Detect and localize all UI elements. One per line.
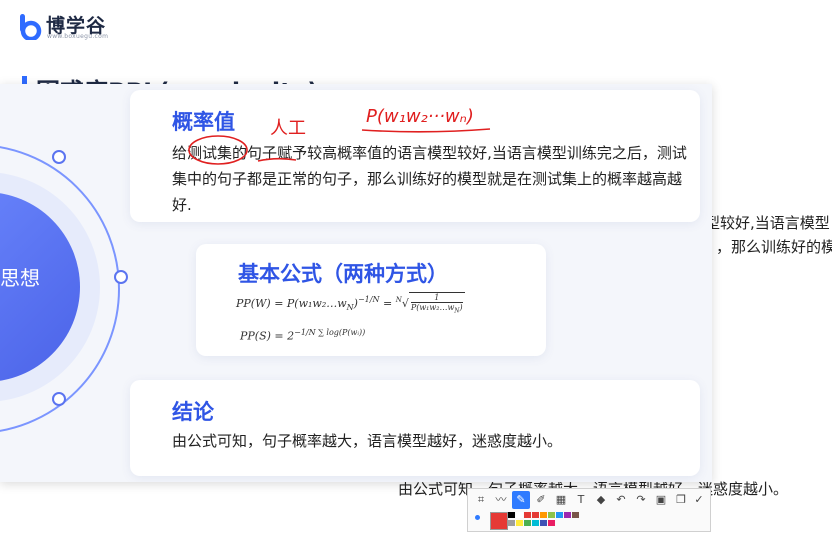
save-icon[interactable]: ▣	[652, 491, 670, 509]
mosaic-icon[interactable]: ▦	[552, 491, 570, 509]
formula-heading: 基本公式（两种方式）	[238, 262, 448, 286]
brand-url: www.boxuegu.com	[47, 33, 109, 40]
ring-dot-top	[52, 150, 66, 164]
color-palette	[508, 512, 588, 528]
annotation-underline-formula	[361, 128, 491, 133]
palette-swatch[interactable]	[524, 520, 531, 526]
palette-swatch[interactable]	[556, 512, 563, 518]
slide-panel: 思想 概率值 给测试集的句子赋予较高概率值的语言模型较好,当语言模型训练完之后，…	[0, 84, 712, 482]
center-circle-label: 思想	[0, 266, 40, 290]
palette-swatch[interactable]	[532, 512, 539, 518]
annotation-handwritten-2: P(w₁w₂···wₙ)	[366, 106, 474, 127]
palette-swatch[interactable]	[540, 520, 547, 526]
palette-swatch[interactable]	[516, 512, 523, 518]
redo-icon[interactable]: ↷	[632, 491, 650, 509]
formula-eq2: PP(S) = 2−1/N ∑ log(P(wᵢ))	[240, 328, 366, 343]
conclusion-card: 结论 由公式可知，句子概率越大，语言模型越好，迷惑度越小。	[130, 380, 700, 476]
palette-swatch[interactable]	[508, 520, 515, 526]
probability-heading: 概率值	[172, 110, 235, 134]
copy-icon[interactable]: ❐	[672, 491, 690, 509]
brand-logo-icon	[20, 14, 42, 40]
line-icon[interactable]: 〰	[492, 491, 510, 509]
check-icon[interactable]: ✓	[690, 491, 708, 509]
palette-swatch[interactable]	[540, 512, 547, 518]
palette-swatch[interactable]	[548, 512, 555, 518]
annotation-circle-test-set	[188, 135, 248, 165]
probability-body: 给测试集的句子赋予较高概率值的语言模型较好,当语言模型训练完之后，测试集中的句子…	[172, 144, 687, 214]
conclusion-heading: 结论	[172, 400, 214, 424]
brush-size-dot[interactable]	[475, 515, 480, 520]
eraser-icon[interactable]: ◆	[592, 491, 610, 509]
highlighter-icon[interactable]: ✐	[532, 491, 550, 509]
formula-eq1: PP(W) = P(w₁w₂…wN)−1/N = N√ 1 P(w₁w₂…wN)	[236, 292, 465, 315]
bg-slide-text-right-1: 型较好,当语言模型	[705, 214, 830, 232]
formula-card: 基本公式（两种方式） PP(W) = P(w₁w₂…wN)−1/N = N√ 1 P…	[196, 244, 546, 356]
palette-swatch[interactable]	[572, 512, 579, 518]
ring-dot-middle	[114, 270, 128, 284]
crop-icon[interactable]: ⌗	[472, 491, 490, 509]
ring-dot-bottom	[52, 392, 66, 406]
palette-swatch[interactable]	[548, 520, 555, 526]
conclusion-body: 由公式可知，句子概率越大，语言模型越好，迷惑度越小。	[172, 432, 563, 450]
text-icon[interactable]: T	[572, 491, 590, 509]
annotation-handwritten-1: 人工	[270, 118, 306, 139]
pen-icon[interactable]: ✎	[512, 491, 530, 509]
undo-icon[interactable]: ↶	[612, 491, 630, 509]
palette-swatch[interactable]	[532, 520, 539, 526]
current-color-swatch[interactable]	[490, 512, 508, 530]
palette-swatch[interactable]	[508, 512, 515, 518]
annotation-underline-sentence	[257, 157, 297, 162]
palette-swatch[interactable]	[516, 520, 523, 526]
bg-slide-text-right-2: ，那么训练好的模	[716, 238, 832, 256]
palette-swatch[interactable]	[524, 512, 531, 518]
palette-swatch[interactable]	[564, 512, 571, 518]
